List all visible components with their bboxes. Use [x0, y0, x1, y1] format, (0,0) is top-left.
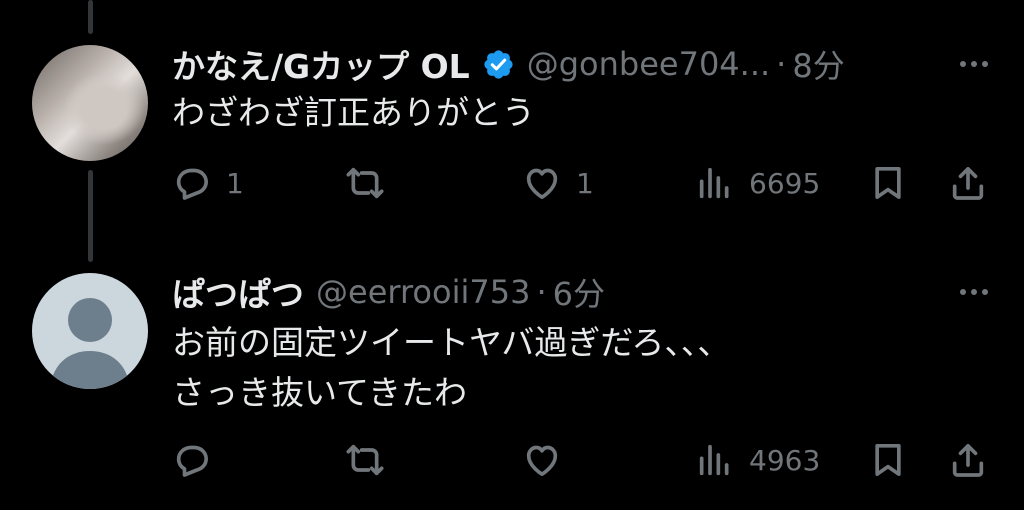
reply-button[interactable] [172, 435, 226, 485]
share-icon [952, 167, 984, 200]
tweet-text-line: さっき抜いてきたわ [172, 373, 468, 412]
handle[interactable]: @gonbee704... [527, 45, 770, 83]
views-icon [699, 167, 729, 199]
timestamp[interactable]: 8分 [792, 41, 844, 87]
reply-icon [176, 445, 209, 477]
tweet-header: ぱつぱつ @eerrooii753 · 6分 [172, 269, 1024, 315]
display-name[interactable]: かなえ/Gカップ OL [172, 40, 470, 88]
bookmark-icon [875, 444, 901, 476]
separator-dot: · [776, 45, 787, 83]
share-icon [952, 444, 984, 477]
display-name[interactable]: ぱつぱつ [172, 268, 304, 316]
more-icon[interactable] [960, 282, 988, 302]
views-button[interactable]: 6695 [695, 158, 820, 208]
reply-icon [176, 168, 209, 200]
like-count: 1 [576, 166, 594, 200]
separator-dot: · [536, 273, 547, 311]
views-icon [699, 444, 729, 476]
tweet[interactable]: ぱつぱつ @eerrooii753 · 6分 お前の固定ツイートヤバ過ぎだろ、、… [0, 250, 1024, 510]
avatar[interactable] [32, 273, 148, 389]
retweet-icon [346, 167, 384, 199]
view-count: 4963 [749, 443, 821, 477]
heart-icon [526, 168, 558, 200]
tweet[interactable]: かなえ/Gカップ OL @gonbee704... · 8分 わざわざ訂正ありが… [0, 0, 1024, 250]
more-icon[interactable] [960, 54, 988, 74]
bookmark-button[interactable] [868, 435, 908, 485]
verified-badge-icon [484, 49, 513, 79]
tweet-text-line: わざわざ訂正ありがとう [172, 93, 535, 132]
view-count: 6695 [749, 166, 821, 200]
retweet-icon [346, 444, 384, 476]
heart-icon [526, 445, 558, 476]
views-button[interactable]: 4963 [695, 435, 820, 485]
share-button[interactable] [948, 435, 988, 485]
tweet-text-line: お前の固定ツイートヤバ過ぎだろ、、、 [172, 323, 731, 362]
bookmark-button[interactable] [868, 158, 908, 208]
handle[interactable]: @eerrooii753 [316, 273, 530, 311]
action-bar: 4963 [0, 435, 1024, 485]
timestamp[interactable]: 6分 [553, 269, 605, 315]
bookmark-icon [875, 167, 901, 200]
tweet-header: かなえ/Gカップ OL @gonbee704... · 8分 [172, 41, 1024, 87]
tweet-text: お前の固定ツイートヤバ過ぎだろ、、、 さっき抜いてきたわ [172, 318, 730, 418]
avatar[interactable] [32, 45, 148, 161]
retweet-button[interactable] [345, 158, 399, 208]
share-button[interactable] [948, 158, 988, 208]
like-button[interactable] [522, 435, 576, 485]
reply-count: 1 [226, 166, 244, 200]
reply-button[interactable]: 1 [172, 158, 244, 208]
default-avatar-icon [50, 298, 130, 389]
like-button[interactable]: 1 [522, 158, 594, 208]
action-bar: 1 1 6695 [0, 158, 1024, 208]
retweet-button[interactable] [345, 435, 399, 485]
tweet-text: わざわざ訂正ありがとう [172, 88, 535, 138]
